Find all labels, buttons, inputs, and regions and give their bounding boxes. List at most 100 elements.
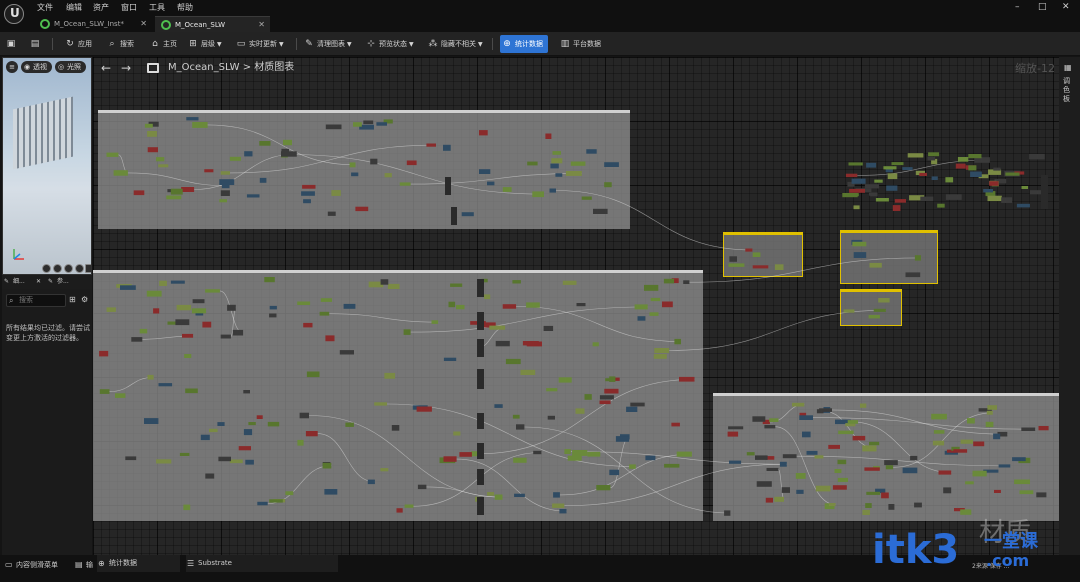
graph-node[interactable]: [487, 492, 495, 496]
graph-node[interactable]: [843, 309, 855, 313]
graph-node[interactable]: [301, 191, 315, 196]
lit-button[interactable]: ◎ 光照: [55, 61, 86, 73]
graph-node[interactable]: [192, 122, 208, 128]
graph-node[interactable]: [728, 263, 745, 267]
preview-cylinder-icon[interactable]: [53, 264, 62, 273]
graph-node[interactable]: [220, 334, 231, 339]
graph-node[interactable]: [227, 304, 236, 311]
graph-node[interactable]: [547, 415, 555, 420]
graph-node[interactable]: [931, 413, 947, 420]
graph-node[interactable]: [838, 430, 854, 435]
graph-node[interactable]: [220, 190, 230, 196]
graph-node[interactable]: [994, 489, 1001, 493]
graph-node[interactable]: [1014, 479, 1030, 485]
graph-node[interactable]: [972, 470, 987, 477]
graph-node[interactable]: [322, 462, 332, 469]
close-icon[interactable]: ✕: [258, 17, 265, 33]
graph-node[interactable]: [774, 264, 784, 270]
unreal-logo-icon[interactable]: [4, 4, 24, 24]
graph-node[interactable]: [256, 415, 263, 419]
tab-parameters[interactable]: ✎ 参...: [48, 275, 69, 289]
graph-node[interactable]: [873, 308, 886, 312]
graph-node[interactable]: [727, 431, 739, 437]
graph-node[interactable]: [259, 141, 271, 146]
graph-node[interactable]: [989, 181, 999, 186]
graph-node[interactable]: [106, 152, 119, 157]
graph-node[interactable]: [919, 172, 927, 176]
graph-node[interactable]: [970, 171, 982, 178]
graph-node[interactable]: [756, 481, 772, 487]
graph-node[interactable]: [147, 147, 158, 153]
close-icon[interactable]: ✕: [36, 275, 41, 289]
graph-node[interactable]: [125, 456, 137, 461]
graph-node[interactable]: [663, 278, 675, 284]
graph-node[interactable]: [599, 395, 614, 400]
graph-node[interactable]: [182, 333, 194, 338]
graph-node[interactable]: [363, 120, 374, 125]
graph-node[interactable]: [605, 378, 616, 382]
graph-node[interactable]: [662, 301, 673, 308]
graph-node[interactable]: [245, 459, 254, 465]
graph-node[interactable]: [570, 161, 586, 166]
graph-node[interactable]: [176, 304, 192, 311]
graph-node[interactable]: [543, 325, 554, 331]
graph-node[interactable]: [960, 439, 973, 444]
graph-node[interactable]: [158, 164, 169, 168]
graph-node[interactable]: [967, 418, 975, 424]
graph-node[interactable]: [883, 166, 897, 170]
platform-stats-button[interactable]: ▥ 平台数据: [558, 35, 601, 53]
graph-node[interactable]: [848, 162, 863, 166]
graph-node[interactable]: [502, 187, 512, 192]
graph-node[interactable]: [837, 477, 848, 482]
graph-node[interactable]: [431, 320, 439, 324]
graph-node[interactable]: [229, 156, 241, 161]
graph-node[interactable]: [920, 196, 934, 202]
preview-mesh-icon[interactable]: [85, 264, 91, 273]
graph-node[interactable]: [752, 252, 761, 257]
graph-node[interactable]: [246, 194, 260, 198]
graph-node[interactable]: [552, 151, 562, 155]
graph-node[interactable]: [144, 418, 159, 424]
function-node[interactable]: [477, 279, 484, 297]
menu-tools[interactable]: 工具: [149, 2, 165, 13]
graph-node[interactable]: [185, 388, 198, 394]
graph-node[interactable]: [567, 455, 582, 461]
graph-node[interactable]: [851, 178, 866, 184]
graph-node[interactable]: [1021, 427, 1036, 432]
graph-node[interactable]: [938, 470, 952, 475]
graph-node[interactable]: [1019, 490, 1034, 495]
graph-node[interactable]: [396, 508, 403, 513]
graph-node[interactable]: [527, 161, 538, 166]
graph-node[interactable]: [281, 151, 297, 157]
graph-node[interactable]: [957, 157, 969, 162]
graph-node[interactable]: [320, 298, 332, 302]
graph-node[interactable]: [728, 426, 744, 430]
menu-window[interactable]: 窗口: [121, 2, 137, 13]
stats-button[interactable]: ⊕ 统计数据: [500, 35, 548, 53]
graph-node[interactable]: [555, 173, 563, 177]
graph-node[interactable]: [153, 308, 160, 314]
graph-node[interactable]: [862, 509, 870, 515]
graph-node[interactable]: [205, 473, 215, 479]
graph-node[interactable]: [986, 410, 993, 415]
graph-node[interactable]: [184, 354, 192, 358]
graph-node[interactable]: [133, 190, 145, 196]
graph-node[interactable]: [674, 338, 681, 345]
graph-node[interactable]: [156, 157, 165, 162]
graph-node[interactable]: [864, 184, 880, 189]
graph-node[interactable]: [983, 189, 993, 193]
graph-node[interactable]: [166, 195, 182, 200]
graph-node[interactable]: [443, 144, 451, 151]
graph-node[interactable]: [191, 308, 207, 314]
graph-node[interactable]: [302, 184, 316, 189]
function-node[interactable]: [477, 312, 484, 330]
graph-node[interactable]: [902, 467, 918, 474]
graph-node[interactable]: [453, 431, 461, 436]
graph-node[interactable]: [175, 319, 190, 326]
maximize-button[interactable]: □: [1038, 2, 1047, 12]
graph-node[interactable]: [343, 303, 356, 309]
graph-node[interactable]: [664, 463, 680, 468]
graph-node[interactable]: [878, 298, 890, 303]
graph-node[interactable]: [514, 493, 525, 497]
graph-node[interactable]: [653, 354, 667, 359]
